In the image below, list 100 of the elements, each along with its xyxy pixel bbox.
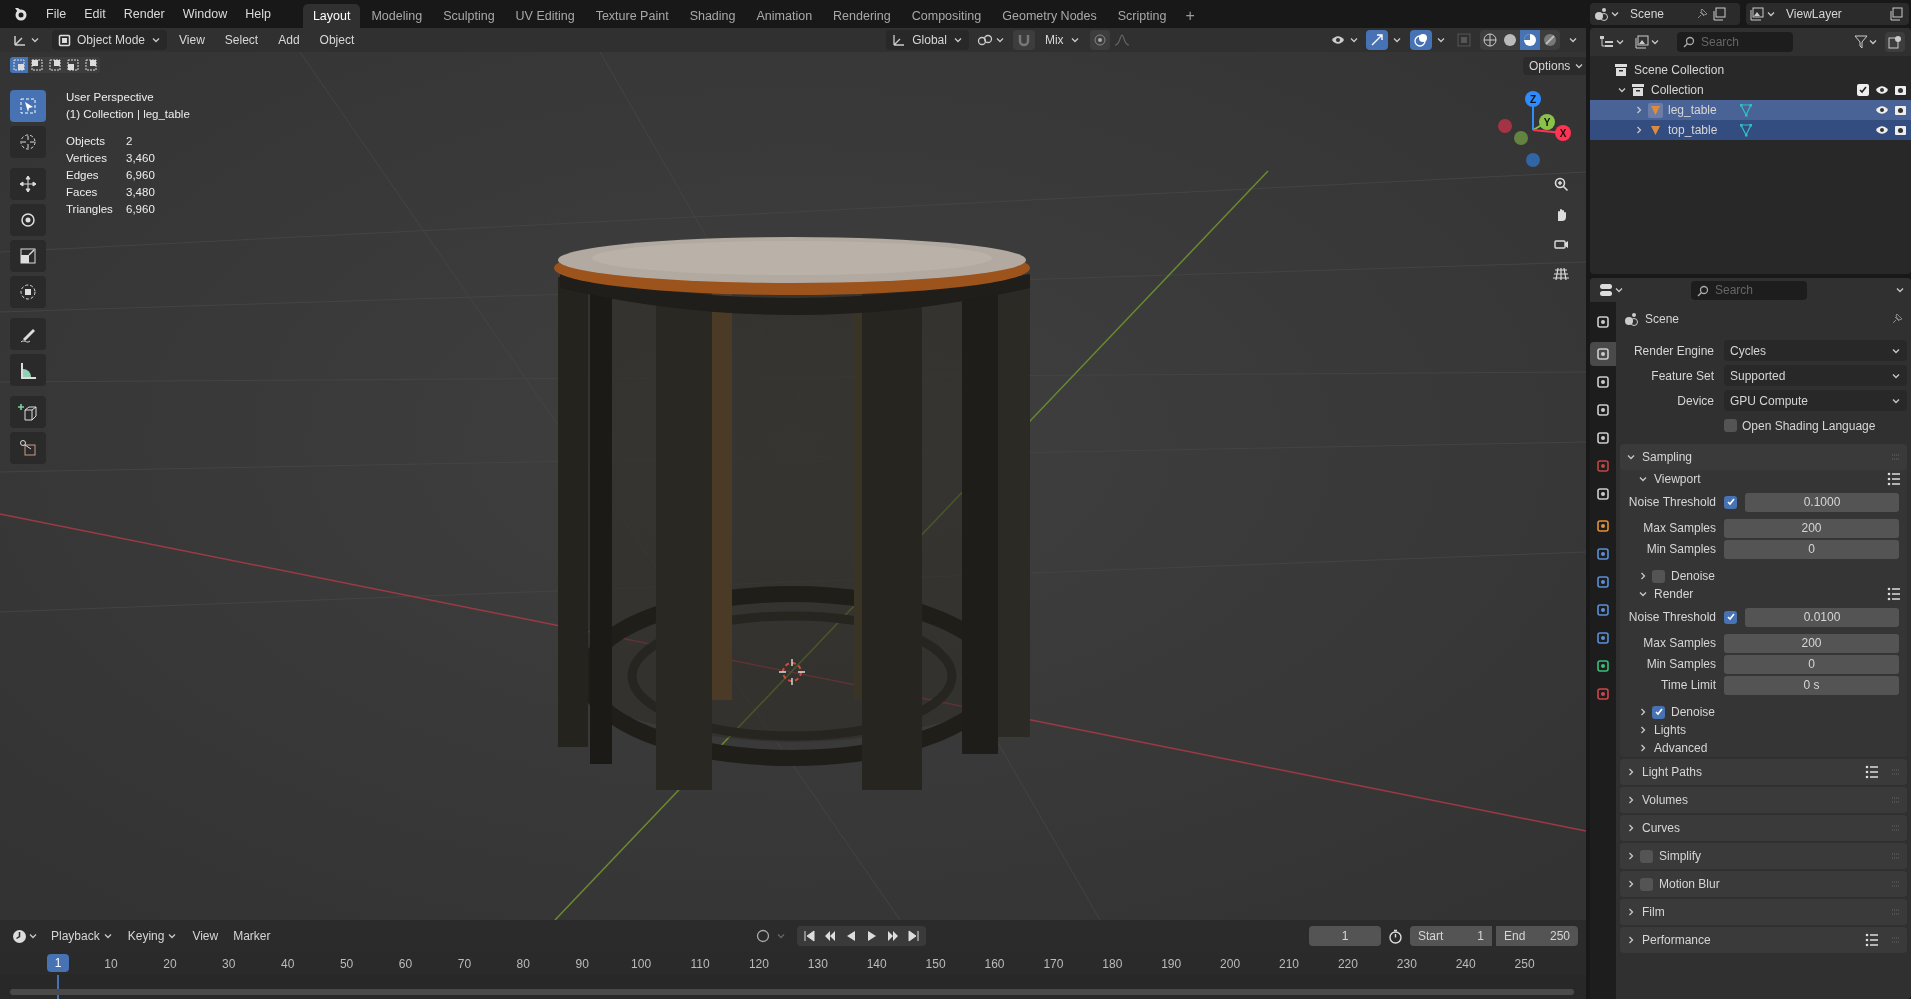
frame-number: 140 bbox=[866, 956, 887, 973]
tool-button[interactable] bbox=[10, 240, 46, 272]
panel-header[interactable]: Motion Blur bbox=[1620, 871, 1907, 897]
orientation-dropdown[interactable]: Global bbox=[886, 30, 969, 50]
number-field[interactable]: 200 bbox=[1724, 633, 1899, 653]
number-field[interactable]: 0.0100 bbox=[1745, 607, 1899, 627]
menu-dropdown[interactable]: Keying bbox=[121, 926, 184, 946]
panel-header[interactable]: Light Paths bbox=[1620, 759, 1907, 785]
navigation-gizmo[interactable]: Z Y X bbox=[1498, 91, 1571, 167]
overlay-toggle-button[interactable] bbox=[1410, 30, 1432, 50]
number-field[interactable]: 0 s bbox=[1724, 675, 1899, 695]
dropdown[interactable]: GPU Compute bbox=[1724, 390, 1907, 411]
menu-item[interactable]: View bbox=[186, 926, 225, 946]
options-dropdown[interactable]: Options bbox=[1523, 57, 1586, 75]
checkbox[interactable] bbox=[1652, 705, 1665, 719]
snap-target-dropdown[interactable]: Mix bbox=[1038, 30, 1086, 50]
menu-item[interactable]: Add bbox=[270, 30, 308, 50]
dropdown[interactable]: Supported bbox=[1724, 365, 1907, 386]
menu-item[interactable]: Help bbox=[237, 2, 279, 26]
timeline-scrollbar[interactable] bbox=[10, 989, 1574, 995]
outliner-row[interactable]: Collection bbox=[1590, 80, 1911, 100]
checkbox[interactable] bbox=[1640, 849, 1653, 863]
dropdown[interactable]: Cycles bbox=[1724, 340, 1907, 361]
subpanel-header[interactable]: Lights bbox=[1620, 721, 1907, 739]
outliner-row[interactable]: Scene Collection bbox=[1590, 60, 1911, 80]
tool-button[interactable] bbox=[10, 168, 46, 200]
end-frame-field[interactable]: End 250 bbox=[1496, 926, 1578, 946]
shading-mode-button[interactable] bbox=[1500, 30, 1520, 50]
select-mode-button[interactable] bbox=[10, 57, 28, 73]
workspace-tab[interactable]: Animation bbox=[746, 4, 823, 28]
checkbox[interactable] bbox=[1724, 610, 1737, 624]
menu-item[interactable]: Object bbox=[311, 30, 363, 50]
workspace-tab[interactable]: UV Editing bbox=[505, 4, 585, 28]
add-workspace-button[interactable]: + bbox=[1177, 4, 1203, 28]
workspace-tab[interactable]: Modeling bbox=[361, 4, 433, 28]
subpanel-header[interactable]: Advanced bbox=[1620, 739, 1907, 757]
outliner-row[interactable]: leg_table bbox=[1590, 100, 1911, 120]
workspace-tab[interactable]: Layout bbox=[302, 4, 361, 28]
search-field[interactable]: Search bbox=[1677, 32, 1793, 52]
tool-button[interactable] bbox=[10, 276, 46, 308]
outliner-row[interactable]: top_table bbox=[1590, 120, 1911, 140]
menu-item[interactable]: File bbox=[38, 2, 75, 26]
checkbox[interactable] bbox=[1640, 877, 1653, 891]
panel-header[interactable]: Film bbox=[1620, 899, 1907, 925]
menu-item[interactable]: Edit bbox=[76, 2, 114, 26]
select-mode-button[interactable] bbox=[82, 57, 100, 73]
tool-button[interactable] bbox=[10, 318, 46, 350]
subpanel-header[interactable]: Render bbox=[1620, 585, 1907, 603]
shading-mode-button[interactable] bbox=[1520, 30, 1540, 50]
subpanel-header[interactable]: Denoise bbox=[1620, 703, 1907, 721]
current-frame-field[interactable]: 1 bbox=[1309, 926, 1381, 946]
panel-header[interactable]: Sampling bbox=[1620, 444, 1907, 470]
tab-icon bbox=[1596, 431, 1610, 445]
menu-item[interactable]: View bbox=[171, 30, 213, 50]
mesh-data-icon bbox=[1739, 123, 1754, 137]
menu-item[interactable]: Select bbox=[216, 30, 267, 50]
menu-item[interactable]: Render bbox=[115, 2, 173, 26]
playhead-frame-badge[interactable]: 1 bbox=[47, 954, 69, 972]
menu-item[interactable]: Marker bbox=[227, 926, 277, 946]
shading-mode-button[interactable] bbox=[1540, 30, 1560, 50]
checkbox[interactable] bbox=[1857, 84, 1869, 96]
gizmo-toggle-button[interactable] bbox=[1366, 30, 1388, 50]
properties-tab[interactable] bbox=[1590, 342, 1616, 366]
tool-button[interactable] bbox=[10, 354, 46, 386]
grid-icon bbox=[1553, 266, 1569, 282]
number-field[interactable]: 200 bbox=[1724, 518, 1899, 538]
search-field[interactable]: Search bbox=[1691, 280, 1807, 300]
workspace-tab[interactable]: Texture Paint bbox=[585, 4, 679, 28]
scene-selector[interactable]: Scene bbox=[1590, 3, 1740, 25]
mode-dropdown[interactable]: Object Mode bbox=[52, 30, 168, 50]
number-field[interactable]: 0.1000 bbox=[1745, 492, 1899, 512]
proportional-edit-button[interactable] bbox=[1089, 30, 1110, 50]
workspace-tab[interactable]: Sculpting bbox=[433, 4, 505, 28]
tool-button[interactable] bbox=[10, 204, 46, 236]
workspace-tab[interactable]: Scripting bbox=[1107, 4, 1177, 28]
workspace-tab[interactable]: Rendering bbox=[823, 4, 901, 28]
workspace-tab[interactable]: Geometry Nodes bbox=[992, 4, 1107, 28]
panel-header[interactable]: Simplify bbox=[1620, 843, 1907, 869]
shading-mode-button[interactable] bbox=[1480, 30, 1500, 50]
select-mode-button[interactable] bbox=[28, 57, 46, 73]
menu-dropdown[interactable]: Playback bbox=[45, 926, 119, 946]
subpanel-header[interactable]: Viewport bbox=[1620, 470, 1907, 488]
view-layer-selector[interactable]: ViewLayer bbox=[1746, 3, 1909, 25]
number-field[interactable]: 0 bbox=[1724, 654, 1899, 674]
number-field[interactable]: 0 bbox=[1724, 539, 1899, 559]
panel-header[interactable]: Performance bbox=[1620, 927, 1907, 953]
menu-item[interactable]: Window bbox=[174, 2, 236, 26]
subpanel-header[interactable]: Denoise bbox=[1620, 567, 1907, 585]
checkbox[interactable] bbox=[1652, 569, 1665, 583]
workspace-tab[interactable]: Compositing bbox=[901, 4, 992, 28]
checkbox[interactable] bbox=[1724, 419, 1737, 432]
panel-header[interactable]: Curves bbox=[1620, 815, 1907, 841]
new-collection-button[interactable] bbox=[1885, 32, 1905, 52]
workspace-tab[interactable]: Shading bbox=[679, 4, 746, 28]
checkbox[interactable] bbox=[1724, 495, 1737, 509]
panel-header[interactable]: Volumes bbox=[1620, 787, 1907, 813]
tool-button[interactable] bbox=[10, 396, 46, 428]
snap-button[interactable] bbox=[1012, 30, 1035, 50]
add-cube-icon bbox=[18, 402, 38, 422]
start-frame-field[interactable]: Start 1 bbox=[1410, 926, 1492, 946]
